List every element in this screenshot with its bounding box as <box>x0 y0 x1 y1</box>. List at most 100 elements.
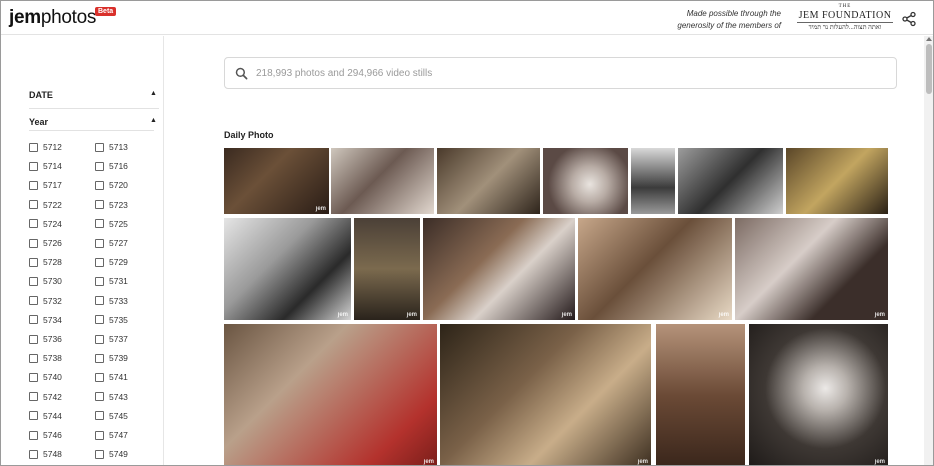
checkbox[interactable] <box>29 315 38 325</box>
checkbox[interactable] <box>95 315 104 325</box>
photo-thumbnail[interactable]: jem <box>440 324 651 465</box>
photo-thumbnail[interactable] <box>543 148 628 214</box>
checkbox[interactable] <box>95 180 104 190</box>
photo-thumbnail[interactable] <box>331 148 434 214</box>
year-checkbox-5727[interactable]: 5727 <box>95 236 128 250</box>
checkbox[interactable] <box>29 200 38 210</box>
photo-thumbnail[interactable]: jem <box>224 324 437 465</box>
page-scrollbar[interactable] <box>924 36 933 465</box>
checkbox[interactable] <box>29 238 38 248</box>
checkbox[interactable] <box>95 161 104 171</box>
checkbox[interactable] <box>29 353 38 363</box>
photo-thumbnail[interactable]: jem <box>749 324 888 465</box>
year-checkbox-5716[interactable]: 5716 <box>95 159 128 173</box>
year-checkbox-5722[interactable]: 5722 <box>29 198 62 212</box>
year-checkbox-5740[interactable]: 5740 <box>29 370 62 384</box>
year-label: 5725 <box>109 218 128 229</box>
year-checkbox-5730[interactable]: 5730 <box>29 274 62 288</box>
search-input[interactable]: 218,993 photos and 294,966 video stills <box>224 57 897 89</box>
checkbox[interactable] <box>95 276 104 286</box>
checkbox[interactable] <box>29 142 38 152</box>
year-checkbox-5717[interactable]: 5717 <box>29 178 62 192</box>
photo-thumbnail[interactable] <box>786 148 888 214</box>
checkbox[interactable] <box>29 411 38 421</box>
scroll-up-arrow-icon[interactable] <box>926 37 932 41</box>
checkbox[interactable] <box>29 296 38 306</box>
year-checkbox-5743[interactable]: 5743 <box>95 390 128 404</box>
checkbox[interactable] <box>95 142 104 152</box>
checkbox[interactable] <box>95 257 104 267</box>
photo-thumbnail[interactable] <box>656 324 745 465</box>
checkbox[interactable] <box>29 161 38 171</box>
year-checkbox-5741[interactable]: 5741 <box>95 370 128 384</box>
scroll-thumb[interactable] <box>926 44 932 94</box>
year-checkbox-5723[interactable]: 5723 <box>95 198 128 212</box>
year-checkbox-5712[interactable]: 5712 <box>29 140 62 154</box>
year-facet-label[interactable]: Year <box>29 117 48 127</box>
year-checkbox-5714[interactable]: 5714 <box>29 159 62 173</box>
year-checkbox-5732[interactable]: 5732 <box>29 294 62 308</box>
checkbox[interactable] <box>95 411 104 421</box>
year-checkbox-5742[interactable]: 5742 <box>29 390 62 404</box>
date-collapse-caret-icon[interactable]: ▲ <box>150 90 157 97</box>
year-checkbox-5736[interactable]: 5736 <box>29 332 62 346</box>
year-checkbox-5746[interactable]: 5746 <box>29 428 62 442</box>
year-checkbox-5747[interactable]: 5747 <box>95 428 128 442</box>
checkbox[interactable] <box>95 430 104 440</box>
facet-divider <box>29 108 159 109</box>
share-icon[interactable] <box>901 11 917 27</box>
checkbox[interactable] <box>29 372 38 382</box>
checkbox[interactable] <box>95 372 104 382</box>
photo-thumbnail[interactable]: jem <box>423 218 575 320</box>
checkbox[interactable] <box>29 219 38 229</box>
year-checkbox-5739[interactable]: 5739 <box>95 351 128 365</box>
photo-thumbnail[interactable]: jem <box>735 218 888 320</box>
year-checkbox-5731[interactable]: 5731 <box>95 274 128 288</box>
photo-thumbnail[interactable] <box>678 148 783 214</box>
year-checkbox-5734[interactable]: 5734 <box>29 313 62 327</box>
checkbox[interactable] <box>29 276 38 286</box>
checkbox[interactable] <box>29 392 38 402</box>
year-checkbox-5720[interactable]: 5720 <box>95 178 128 192</box>
photo-thumbnail[interactable]: jem <box>224 218 351 320</box>
photo-thumbnail[interactable]: jem <box>224 148 329 214</box>
checkbox[interactable] <box>95 238 104 248</box>
jem-foundation-logo[interactable]: THE JEM FOUNDATION ואתה תצוה...להעלות נר… <box>797 4 893 32</box>
checkbox[interactable] <box>95 449 104 459</box>
year-checkbox-5733[interactable]: 5733 <box>95 294 128 308</box>
year-checkbox-5748[interactable]: 5748 <box>29 447 62 461</box>
date-facet-label[interactable]: DATE <box>29 90 53 100</box>
year-checkbox-5724[interactable]: 5724 <box>29 217 62 231</box>
year-checkbox-5726[interactable]: 5726 <box>29 236 62 250</box>
checkbox[interactable] <box>95 334 104 344</box>
jemphotos-logo[interactable]: jemphotos <box>9 7 96 29</box>
year-checkbox-5738[interactable]: 5738 <box>29 351 62 365</box>
year-checkbox-5729[interactable]: 5729 <box>95 255 128 269</box>
year-checkbox-5725[interactable]: 5725 <box>95 217 128 231</box>
year-checkbox-5749[interactable]: 5749 <box>95 447 128 461</box>
photo-thumbnail[interactable]: jem <box>578 218 732 320</box>
year-checkbox-5737[interactable]: 5737 <box>95 332 128 346</box>
year-checkbox-5728[interactable]: 5728 <box>29 255 62 269</box>
photo-thumbnail[interactable] <box>437 148 540 214</box>
year-collapse-caret-icon[interactable]: ▲ <box>150 117 157 124</box>
year-checkbox-5735[interactable]: 5735 <box>95 313 128 327</box>
checkbox[interactable] <box>95 219 104 229</box>
search-icon <box>235 67 248 80</box>
checkbox[interactable] <box>95 353 104 363</box>
jem-watermark: jem <box>718 312 729 318</box>
checkbox[interactable] <box>95 200 104 210</box>
checkbox[interactable] <box>29 180 38 190</box>
year-checkbox-5744[interactable]: 5744 <box>29 409 62 423</box>
checkbox[interactable] <box>29 257 38 267</box>
checkbox[interactable] <box>29 334 38 344</box>
checkbox[interactable] <box>95 392 104 402</box>
photo-thumbnail[interactable]: jem <box>354 218 420 320</box>
checkbox[interactable] <box>29 449 38 459</box>
year-checkbox-5713[interactable]: 5713 <box>95 140 128 154</box>
checkbox[interactable] <box>29 430 38 440</box>
checkbox[interactable] <box>95 296 104 306</box>
jem-watermark: jem <box>874 459 885 465</box>
year-checkbox-5745[interactable]: 5745 <box>95 409 128 423</box>
photo-thumbnail[interactable] <box>631 148 675 214</box>
